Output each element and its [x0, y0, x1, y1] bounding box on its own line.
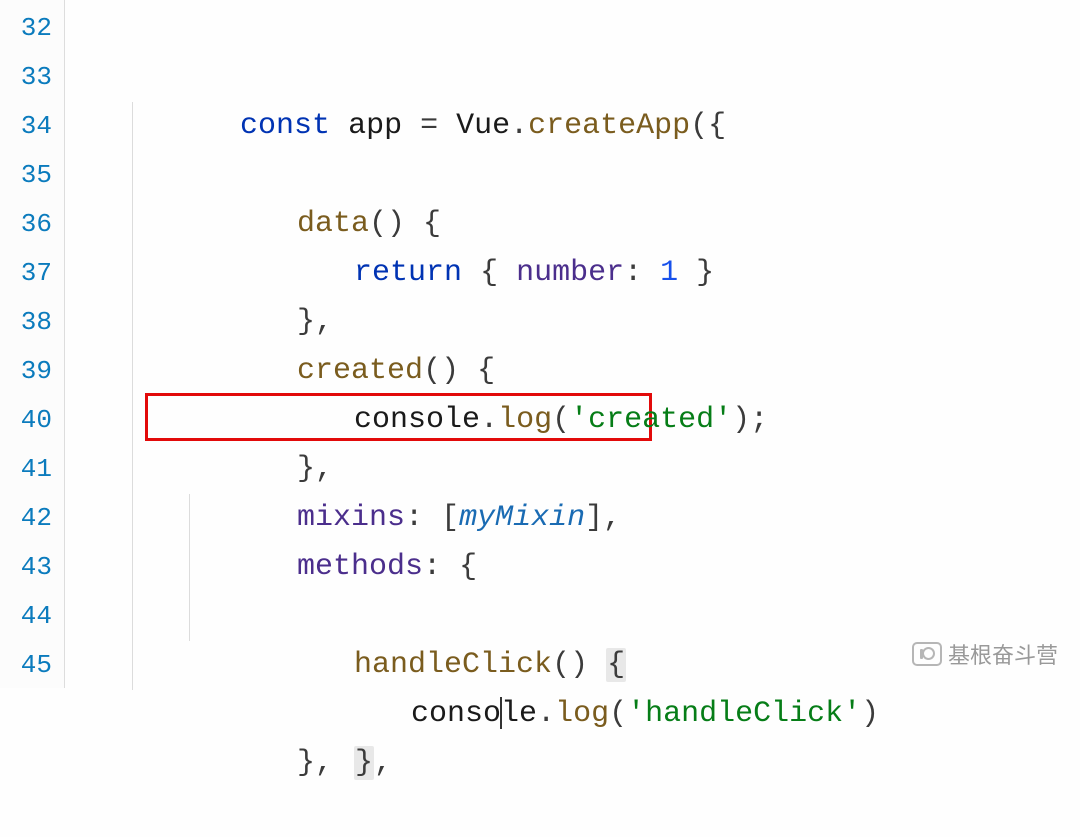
indent-guide	[132, 347, 189, 396]
indent-guide	[189, 543, 246, 592]
code-line[interactable]: return { number: 1 }	[75, 151, 1080, 200]
indent-guide	[132, 445, 189, 494]
string-handleClick: 'handleClick'	[627, 697, 861, 731]
indent-guide	[132, 494, 189, 543]
paren: )	[861, 697, 879, 731]
wechat-icon	[912, 642, 942, 666]
line-number: 36	[0, 200, 64, 249]
code-line[interactable]: methods: {	[75, 445, 1080, 494]
line-number: 42	[0, 494, 64, 543]
line-number: 32	[0, 4, 64, 53]
code-line[interactable]: const app = Vue.createApp({	[75, 53, 1080, 102]
line-number: 39	[0, 347, 64, 396]
line-number: 34	[0, 102, 64, 151]
brace: },	[183, 739, 333, 788]
indent-guide	[189, 592, 246, 641]
identifier-console-part2: le	[501, 697, 537, 731]
indent-guide	[132, 102, 189, 151]
code-line[interactable]: },	[75, 592, 1080, 641]
indent-guide	[132, 641, 189, 690]
code-line[interactable]: created() {	[75, 249, 1080, 298]
watermark-text: 基根奋斗营	[948, 638, 1058, 670]
code-line[interactable]: },	[75, 200, 1080, 249]
code-line[interactable]: console.log('handleClick')	[75, 543, 1080, 592]
code-line[interactable]: console.log('created');	[75, 298, 1080, 347]
method-log: log	[555, 697, 609, 731]
brace-highlight: }	[354, 746, 374, 780]
line-number: 33	[0, 53, 64, 102]
indent-guide	[132, 543, 189, 592]
dot: .	[537, 697, 555, 731]
indent-guide	[132, 298, 189, 347]
line-number: 37	[0, 249, 64, 298]
indent-guide	[189, 494, 246, 543]
indent-guide	[132, 200, 189, 249]
code-body[interactable]: const app = Vue.createApp({ data() { ret…	[65, 0, 1080, 688]
paren: (	[609, 697, 627, 731]
line-number: 44	[0, 592, 64, 641]
watermark: 基根奋斗营	[912, 638, 1058, 670]
code-line[interactable]: },	[75, 347, 1080, 396]
line-number: 35	[0, 151, 64, 200]
code-line[interactable]: data() {	[75, 102, 1080, 151]
line-number: 43	[0, 543, 64, 592]
line-number: 40	[0, 396, 64, 445]
indent-guide	[132, 592, 189, 641]
code-line[interactable]	[75, 4, 1080, 53]
line-number: 38	[0, 298, 64, 347]
line-number: 41	[0, 445, 64, 494]
indent-guide	[132, 396, 189, 445]
line-number: 45	[0, 641, 64, 690]
code-editor: 32 33 34 35 36 37 38 39 40 41 42 43 44 4…	[0, 0, 1080, 688]
line-gutter: 32 33 34 35 36 37 38 39 40 41 42 43 44 4…	[0, 0, 65, 688]
code-line[interactable]: handleClick() {	[75, 494, 1080, 543]
identifier-console-part1: conso	[411, 697, 501, 731]
code-line[interactable]: mixins: [myMixin],	[75, 396, 1080, 445]
indent-guide	[132, 151, 189, 200]
indent-guide	[132, 249, 189, 298]
